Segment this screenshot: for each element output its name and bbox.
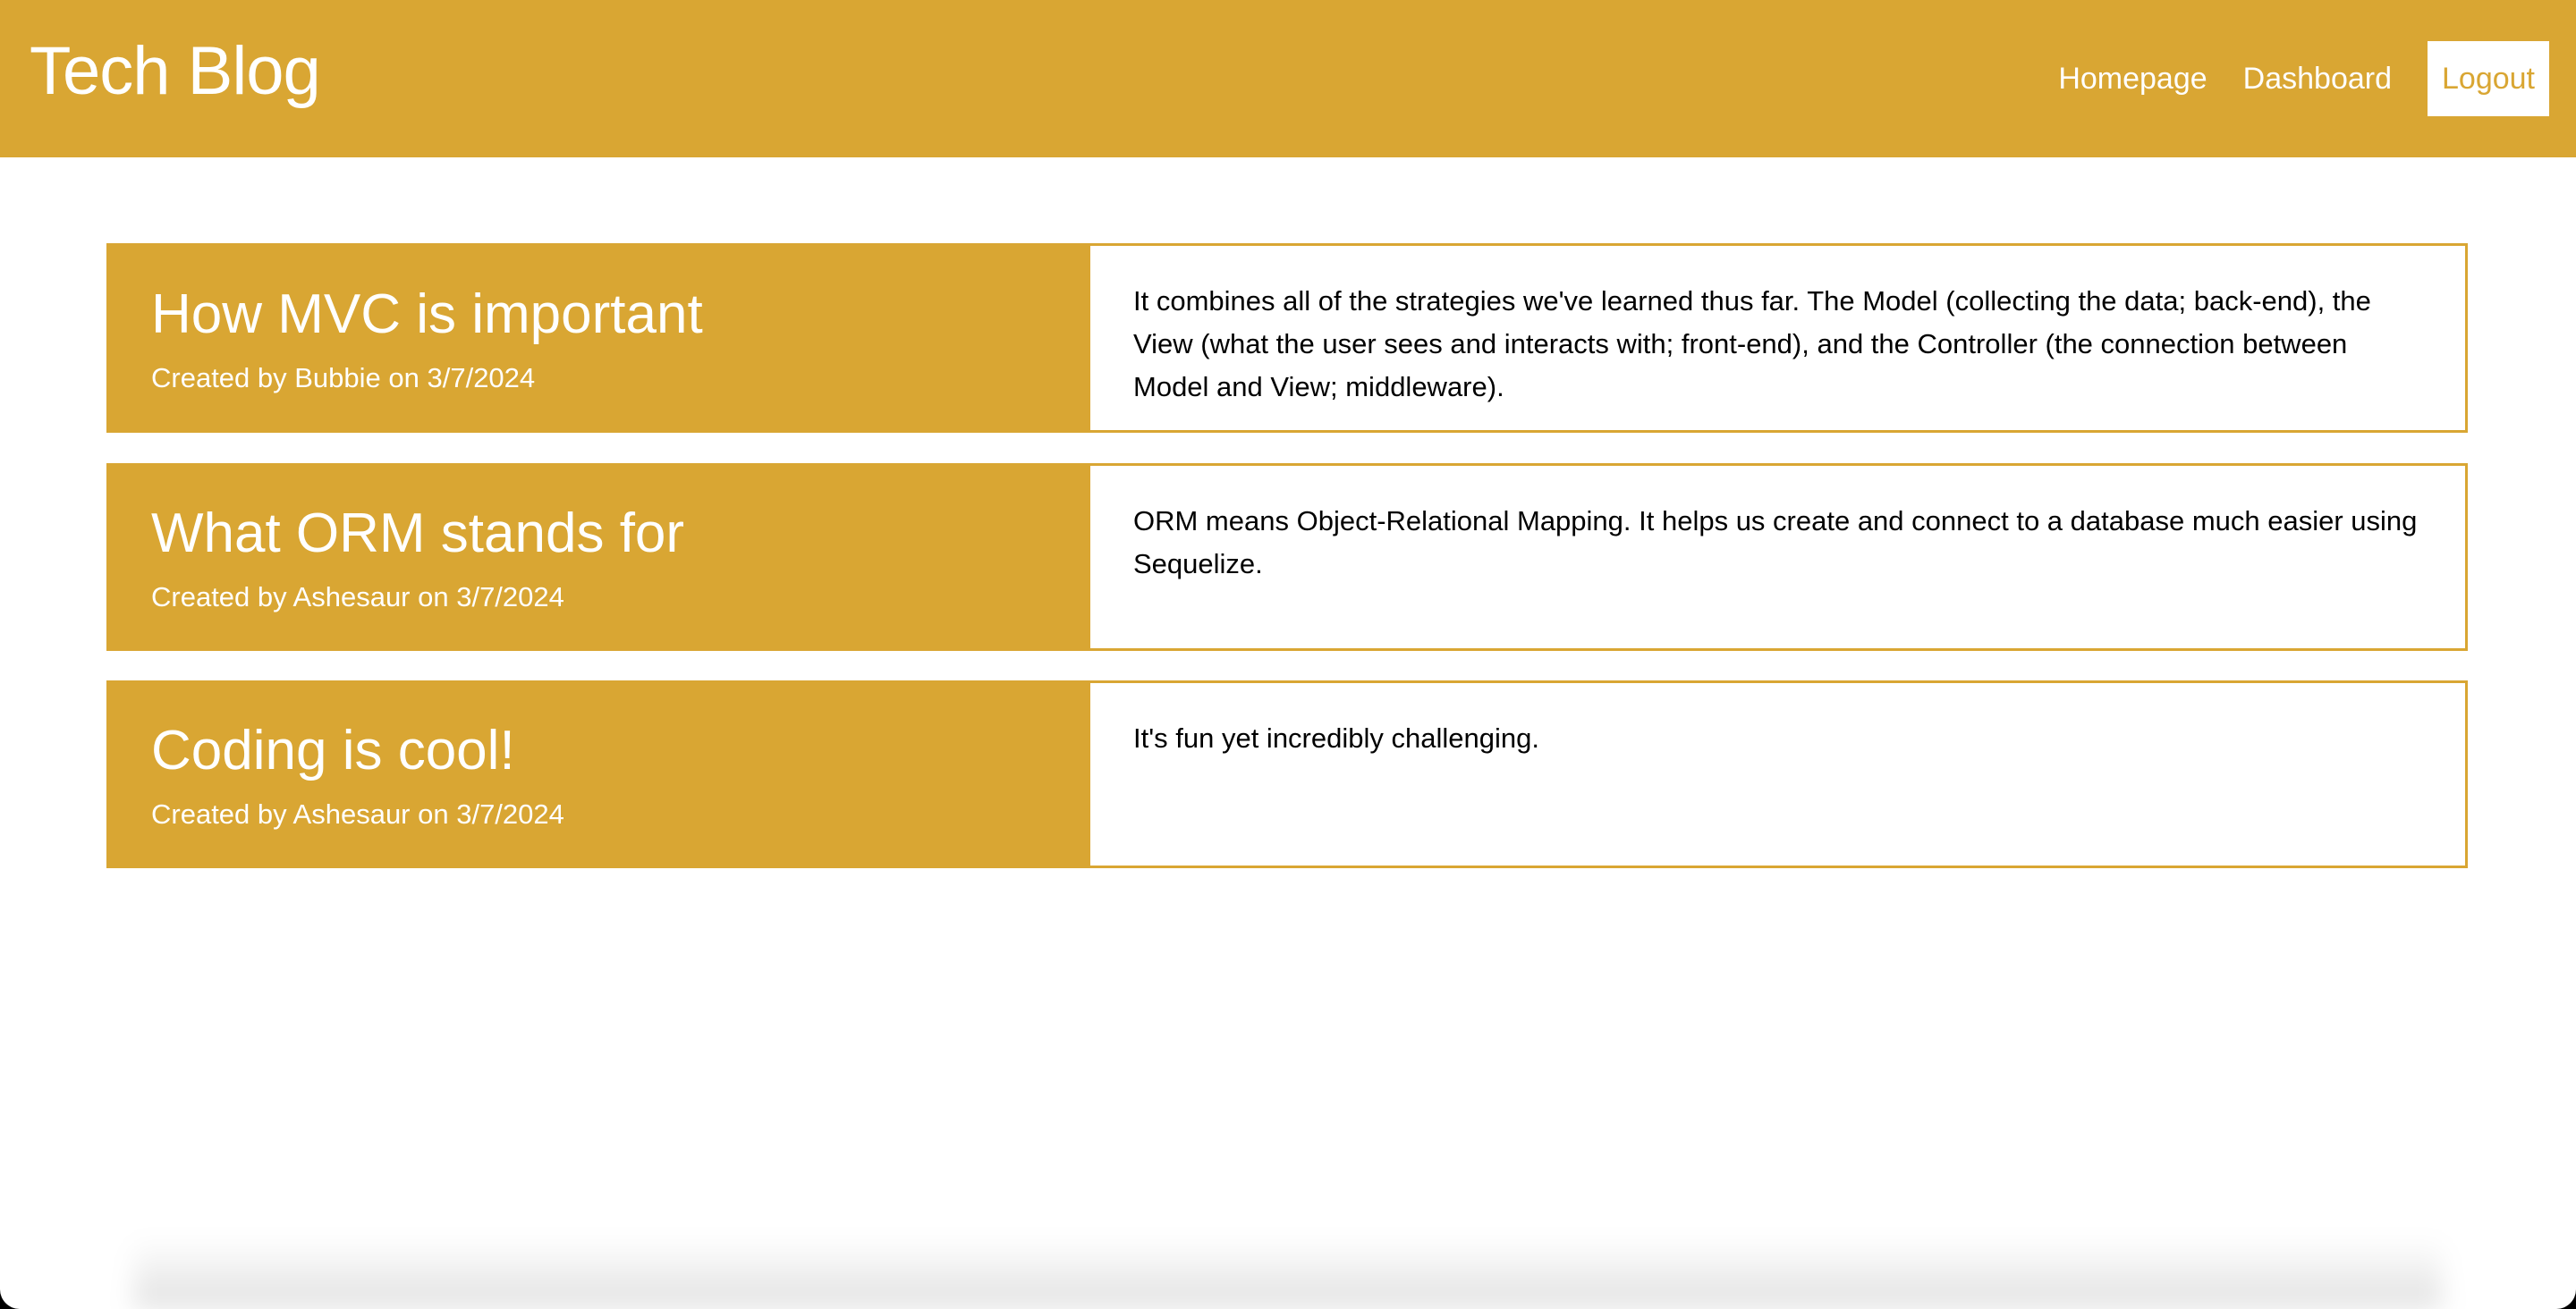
post-meta: Created by Bubbie on 3/7/2024 bbox=[151, 361, 536, 393]
post-title[interactable]: Coding is cool! bbox=[151, 719, 1046, 782]
post-card[interactable]: Coding is cool! Created by Ashesaur on 3… bbox=[106, 680, 2468, 868]
site-header: Tech Blog Homepage Dashboard Logout bbox=[0, 0, 2576, 157]
post-header: How MVC is important Created by Bubbie o… bbox=[106, 243, 1090, 433]
post-header: Coding is cool! Created by Ashesaur on 3… bbox=[106, 680, 1090, 868]
post-meta: Created by Ashesaur on 3/7/2024 bbox=[151, 798, 564, 830]
post-header: What ORM stands for Created by Ashesaur … bbox=[106, 463, 1090, 651]
logout-button[interactable]: Logout bbox=[2428, 41, 2549, 116]
nav-homepage-link[interactable]: Homepage bbox=[2058, 62, 2207, 97]
site-title[interactable]: Tech Blog bbox=[30, 32, 321, 110]
post-card[interactable]: What ORM stands for Created by Ashesaur … bbox=[106, 463, 2468, 651]
post-title[interactable]: How MVC is important bbox=[151, 283, 1046, 346]
post-card[interactable]: How MVC is important Created by Bubbie o… bbox=[106, 243, 2468, 433]
post-body: ORM means Object-Relational Mapping. It … bbox=[1133, 505, 2418, 579]
post-body: It combines all of the strategies we've … bbox=[1133, 285, 2371, 402]
nav-dashboard-link[interactable]: Dashboard bbox=[2243, 62, 2392, 97]
browser-window: Tech Blog Homepage Dashboard Logout How … bbox=[0, 0, 2576, 1309]
main-nav: Homepage Dashboard Logout bbox=[2058, 41, 2549, 116]
bottom-shadow bbox=[134, 1237, 2442, 1309]
post-title[interactable]: What ORM stands for bbox=[151, 502, 1046, 565]
post-meta: Created by Ashesaur on 3/7/2024 bbox=[151, 580, 564, 612]
post-body: It's fun yet incredibly challenging. bbox=[1133, 722, 1539, 754]
